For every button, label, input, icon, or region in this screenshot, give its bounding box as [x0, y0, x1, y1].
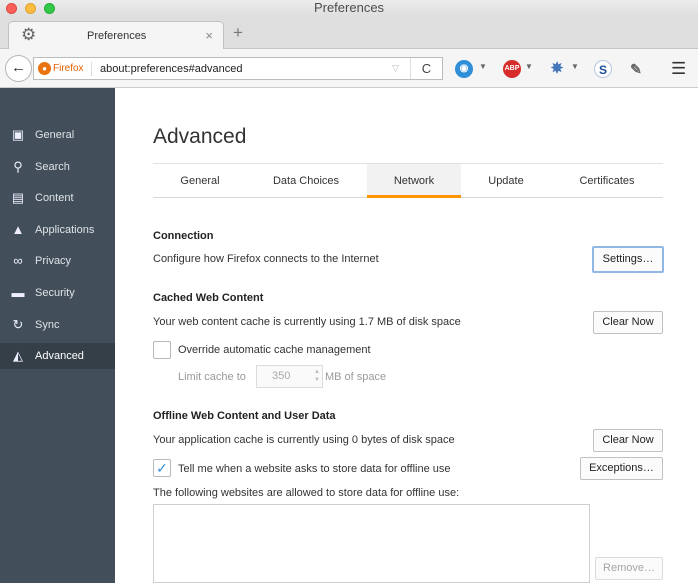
- sidebar-item-label: Content: [35, 192, 74, 204]
- new-tab-button[interactable]: +: [233, 23, 243, 43]
- offline-sites-list[interactable]: [153, 504, 590, 583]
- window-title: Preferences: [313, 0, 385, 15]
- sidebar-item-label: Advanced: [35, 350, 84, 362]
- sidebar-item-label: Applications: [35, 224, 95, 236]
- cache-size-value: 350: [272, 370, 291, 382]
- sidebar-item-general[interactable]: ▣ General: [0, 122, 115, 148]
- cache-size-input[interactable]: 350 ▲ ▼: [256, 365, 323, 388]
- override-cache-checkbox[interactable]: [153, 341, 171, 359]
- tell-me-label[interactable]: Tell me when a website asks to store dat…: [178, 463, 451, 475]
- menu-icon[interactable]: ☰: [671, 59, 686, 79]
- sidebar-item-label: General: [35, 129, 75, 141]
- wizard-hat-icon: ◭: [13, 348, 23, 363]
- sidebar-item-search[interactable]: ⚲ Search: [0, 154, 115, 180]
- back-button[interactable]: ←: [5, 55, 32, 82]
- preferences-content: Advanced General Data Choices Network Up…: [115, 88, 698, 583]
- minimize-window-button[interactable]: [25, 3, 36, 14]
- offline-heading: Offline Web Content and User Data: [153, 410, 336, 422]
- satellite-addon-icon[interactable]: ✵: [548, 60, 566, 78]
- adblock-plus-icon[interactable]: ABP: [503, 60, 521, 78]
- navigation-toolbar: ← ● Firefox about:preferences#advanced ▽ …: [0, 49, 698, 88]
- offline-description: Your application cache is currently usin…: [153, 434, 455, 446]
- chevron-down-icon[interactable]: ▼: [525, 62, 533, 71]
- reload-button[interactable]: C: [410, 58, 442, 79]
- content-icon: ▤: [11, 190, 25, 205]
- url-bar[interactable]: ● Firefox about:preferences#advanced ▽ C: [33, 57, 443, 80]
- chevron-down-icon[interactable]: ▼: [479, 62, 487, 71]
- tab-update[interactable]: Update: [461, 164, 551, 198]
- close-window-button[interactable]: [6, 3, 17, 14]
- sidebar-item-label: Sync: [35, 319, 60, 331]
- clear-offline-button[interactable]: Clear Now: [593, 429, 663, 452]
- tab-network[interactable]: Network: [367, 164, 461, 198]
- sidebar-item-sync[interactable]: ↻ Sync: [0, 312, 115, 338]
- limit-cache-label: Limit cache to: [178, 371, 246, 383]
- zoom-window-button[interactable]: [44, 3, 55, 14]
- sidebar-item-advanced[interactable]: ◭ Advanced: [0, 343, 115, 369]
- override-cache-label[interactable]: Override automatic cache management: [178, 344, 371, 356]
- stepper-icon[interactable]: ▲ ▼: [314, 368, 320, 384]
- tab-label: Preferences: [87, 30, 147, 42]
- limit-cache-unit: MB of space: [325, 371, 387, 383]
- sidebar-item-applications[interactable]: ▲ Applications: [0, 217, 115, 243]
- advanced-tab-bar: General Data Choices Network Update Cert…: [153, 163, 663, 198]
- mask-icon: ∞: [13, 253, 23, 268]
- firefox-icon: ●: [38, 62, 51, 75]
- lock-icon: ▬: [11, 285, 25, 300]
- sync-icon: ↻: [12, 317, 24, 332]
- s-addon-icon[interactable]: S: [594, 60, 612, 78]
- sidebar-item-label: Search: [35, 161, 70, 173]
- sidebar-item-security[interactable]: ▬ Security: [0, 280, 115, 306]
- gear-icon: ⚙: [21, 25, 37, 44]
- tab-preferences[interactable]: ⚙ Preferences ×: [8, 21, 224, 50]
- page-title: Advanced: [153, 125, 247, 148]
- sidebar-item-content[interactable]: ▤ Content: [0, 185, 115, 211]
- tab-strip: ⚙ Preferences × +: [0, 17, 698, 50]
- clear-cache-button[interactable]: Clear Now: [593, 311, 663, 334]
- tab-certificates[interactable]: Certificates: [551, 164, 663, 198]
- rocket-icon: ▲: [11, 222, 25, 237]
- allowed-sites-label: The following websites are allowed to st…: [153, 487, 460, 499]
- close-icon[interactable]: ×: [205, 28, 213, 43]
- cache-heading: Cached Web Content: [153, 292, 264, 304]
- chevron-down-icon[interactable]: ▼: [571, 62, 579, 71]
- connection-settings-button[interactable]: Settings…: [592, 246, 664, 273]
- exceptions-button[interactable]: Exceptions…: [580, 457, 663, 480]
- tab-data-choices[interactable]: Data Choices: [247, 164, 365, 198]
- window-titlebar: Preferences: [0, 0, 698, 17]
- search-icon: ⚲: [13, 159, 23, 174]
- connection-description: Configure how Firefox connects to the In…: [153, 253, 379, 265]
- cache-description: Your web content cache is currently usin…: [153, 316, 461, 328]
- identity-box[interactable]: ● Firefox: [38, 62, 92, 76]
- url-dropdown-icon[interactable]: ▽: [392, 63, 399, 74]
- globe-addon-icon[interactable]: ◉: [455, 60, 473, 78]
- url-text[interactable]: about:preferences#advanced: [100, 63, 243, 75]
- tell-me-checkbox[interactable]: ✓: [153, 459, 171, 477]
- sidebar-item-label: Security: [35, 287, 75, 299]
- preferences-sidebar: ▣ General ⚲ Search ▤ Content ▲ Applicati…: [0, 88, 115, 583]
- pen-addon-icon[interactable]: ✎: [627, 60, 645, 78]
- connection-heading: Connection: [153, 230, 214, 242]
- general-icon: ▣: [11, 127, 25, 142]
- tab-general[interactable]: General: [153, 164, 247, 198]
- sidebar-item-privacy[interactable]: ∞ Privacy: [0, 248, 115, 274]
- remove-button[interactable]: Remove…: [595, 557, 663, 580]
- identity-label: Firefox: [53, 63, 84, 74]
- sidebar-item-label: Privacy: [35, 255, 72, 267]
